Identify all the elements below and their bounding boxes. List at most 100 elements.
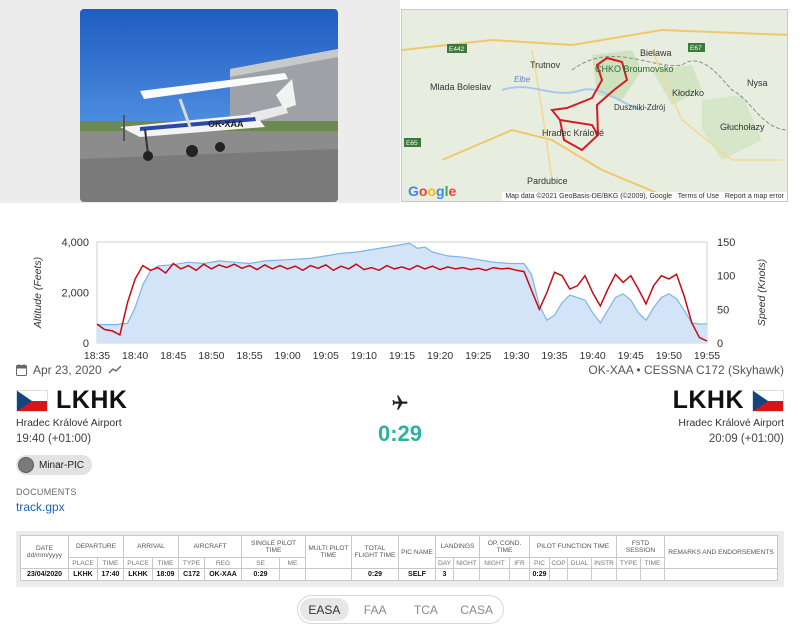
czech-flag-icon — [752, 389, 784, 412]
tab-tca[interactable]: TCA — [402, 598, 451, 621]
x-tick-label: 19:20 — [427, 350, 453, 362]
x-tick-label: 19:40 — [579, 350, 605, 362]
logbook-table: DATE dd/mm/yyyy DEPARTURE ARRIVAL AIRCRAF… — [20, 535, 778, 581]
x-tick-label: 19:45 — [618, 350, 644, 362]
log-cell-date: 23/04/2020 — [20, 568, 69, 581]
log-header-total: TOTAL FLIGHT TIME — [351, 535, 399, 569]
log-cell-day: 3 — [435, 568, 454, 581]
map-report-link[interactable]: Report a map error — [725, 193, 784, 200]
x-tick-label: 19:55 — [694, 350, 720, 362]
logbook-table-panel: DATE dd/mm/yyyy DEPARTURE ARRIVAL AIRCRAF… — [16, 531, 784, 587]
departure-name: Hradec Králové Airport — [16, 417, 122, 429]
y-left-tick-label: 0 — [83, 338, 89, 350]
x-tick-label: 19:25 — [465, 350, 491, 362]
altitude-speed-chart-svg: 4,0002,000015010050018:35 18:40 18:45 18:50… — [32, 237, 768, 362]
x-tick-label: 19:30 — [503, 350, 529, 362]
log-header-pic-name: PIC NAME — [398, 535, 436, 569]
log-cell-dual — [567, 568, 592, 581]
log-cell-multi — [305, 568, 352, 581]
calendar-icon — [16, 364, 27, 376]
google-logo[interactable]: Google — [408, 183, 456, 199]
tab-casa[interactable]: CASA — [452, 598, 501, 621]
log-cell-fstd-time — [640, 568, 665, 581]
altitude-speed-chart: 4,000 2,000 0 150 100 50 0 18:35 18:40 18:45 18:50… — [0, 228, 800, 364]
document-link[interactable]: track.gpx — [16, 500, 65, 514]
documents-heading: DOCUMENTS — [16, 487, 77, 497]
log-sub-dep-place: PLACE — [68, 557, 98, 569]
log-sub-fstd-type: TYPE — [616, 557, 641, 569]
map-road-e67: E67 — [690, 45, 702, 52]
log-cell-reg: OK-XAA — [204, 568, 242, 581]
log-cell-cop — [549, 568, 568, 581]
media-strip: OK-XAA Trutnov Mlada Boleslav Hradec Krá… — [0, 0, 800, 203]
route-map[interactable]: Trutnov Mlada Boleslav Hradec Králové Pa… — [401, 9, 788, 202]
map-label-bielawa: Bielawa — [640, 48, 672, 58]
map-attribution: Map data ©2021 GeoBasis-DE/BKG (©2009), … — [502, 192, 787, 201]
map-label-klodzko: Kłodzko — [672, 88, 704, 98]
y-left-tick-label: 4,000 — [61, 237, 89, 249]
map-terms-link[interactable]: Terms of Use — [678, 193, 719, 200]
x-tick-label: 18:55 — [236, 350, 262, 362]
map-label-glucholazy: Głuchołazy — [720, 122, 765, 132]
log-cell-dep-time: 17:40 — [97, 568, 124, 581]
log-cell-dep-place: LKHK — [68, 568, 98, 581]
x-tick-label: 19:15 — [389, 350, 415, 362]
log-cell-arr-time: 18:09 — [152, 568, 179, 581]
route-map-image: Trutnov Mlada Boleslav Hradec Králové Pa… — [402, 10, 787, 201]
trend-icon — [108, 365, 122, 374]
log-cell-fstd-type — [616, 568, 641, 581]
log-header-multi-pilot: MULTI PILOT TIME — [305, 535, 352, 569]
log-cell-ifr — [509, 568, 530, 581]
y-right-tick-label: 150 — [717, 237, 735, 249]
tab-faa[interactable]: FAA — [351, 598, 400, 621]
log-sub-fstd-time: TIME — [640, 557, 665, 569]
x-tick-label: 19:00 — [274, 350, 300, 362]
log-header-fstd: FSTD SESSION — [616, 535, 665, 558]
y-left-axis-label: Altitude (Feets) — [32, 257, 44, 329]
map-attribution-text: Map data ©2021 GeoBasis-DE/BKG (©2009), … — [505, 193, 673, 200]
x-tick-label: 19:50 — [656, 350, 682, 362]
log-cell-instr — [591, 568, 617, 581]
map-label-mlada-boleslav: Mlada Boleslav — [430, 82, 492, 92]
flight-duration: 0:29 — [377, 421, 423, 446]
log-sub-se: SE — [241, 557, 280, 569]
departure-airport: LKHK Hradec Králové Airport 19:40 (+01:0… — [16, 386, 127, 445]
avatar — [18, 457, 34, 473]
log-header-single-pilot: SINGLE PILOT TIME — [241, 535, 306, 558]
logbook-format-tabs: EASA FAA TCA CASA — [297, 595, 504, 624]
y-left-tick-label: 2,000 — [61, 288, 89, 300]
tab-easa[interactable]: EASA — [300, 598, 349, 621]
log-sub-night-ldg: NIGHT — [453, 557, 480, 569]
altitude-area-fill — [97, 243, 707, 343]
crew-chip-label: Minar-PIC — [39, 459, 85, 471]
log-cell-arr-place: LKHK — [123, 568, 153, 581]
log-header-arrival: ARRIVAL — [123, 535, 179, 558]
log-sub-dep-time: TIME — [97, 557, 124, 569]
log-cell-me — [279, 568, 306, 581]
y-right-tick-label: 100 — [717, 271, 735, 283]
x-tick-label: 18:40 — [122, 350, 148, 362]
log-sub-cop: COP — [549, 557, 568, 569]
x-tick-label: 18:45 — [160, 350, 186, 362]
log-sub-type: TYPE — [178, 557, 205, 569]
log-header-pilot-function: PILOT FUNCTION TIME — [529, 535, 617, 558]
log-cell-total: 0:29 — [351, 568, 399, 581]
table-row[interactable]: 23/04/2020 LKHK 17:40 LKHK 18:09 C172 OK… — [20, 568, 778, 581]
log-sub-pic: PIC — [529, 557, 550, 569]
log-header-date: DATE dd/mm/yyyy — [20, 535, 69, 569]
log-sub-dual: DUAL — [567, 557, 592, 569]
log-header-departure: DEPARTURE — [68, 535, 124, 558]
flight-duration-block: 0:29 — [340, 394, 460, 447]
map-label-duszniki: Duszniki-Zdrój — [614, 103, 665, 112]
crew-chip[interactable]: Minar-PIC — [16, 455, 93, 475]
aircraft-photo[interactable]: OK-XAA — [80, 9, 338, 202]
x-tick-label: 19:10 — [351, 350, 377, 362]
log-sub-day: DAY — [435, 557, 454, 569]
log-sub-instr: INSTR — [591, 557, 617, 569]
log-cell-se: 0:29 — [241, 568, 280, 581]
flight-meta-row: Apr 23, 2020 OK-XAA • CESSNA C172 (Skyha… — [16, 363, 784, 381]
map-label-trutnov: Trutnov — [530, 60, 561, 70]
log-sub-night: NIGHT — [479, 557, 510, 569]
aircraft-photo-image: OK-XAA — [80, 9, 338, 202]
departure-code: LKHK — [56, 386, 128, 414]
